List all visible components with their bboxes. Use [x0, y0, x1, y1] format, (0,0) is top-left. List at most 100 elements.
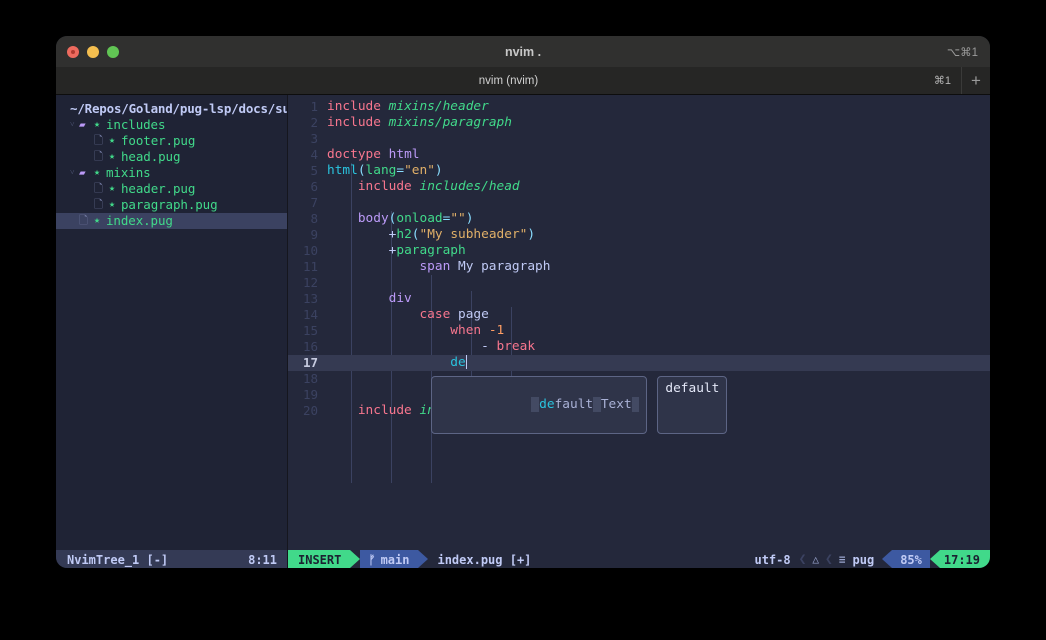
tree-item-label: head.pug	[121, 149, 181, 164]
code-token: break	[496, 339, 536, 354]
line-number: 12	[302, 275, 318, 290]
code-line[interactable]: 12	[288, 275, 990, 291]
code-token: html	[327, 163, 358, 178]
modified-star-icon: ★	[109, 183, 116, 194]
completion-item-1-marker	[531, 397, 540, 412]
statusline-spacer	[539, 550, 747, 568]
completion-item-1[interactable]: default Text	[431, 376, 648, 434]
editor-panel: 1 include mixins/header 2 include mixins/pa…	[288, 95, 990, 568]
code-token: -1	[488, 323, 505, 338]
line-number: 11	[302, 259, 318, 274]
tree-item-index-pug[interactable]: 🗋 ★ index.pug	[56, 213, 287, 229]
line-number: 10	[302, 243, 318, 258]
status-percent: 85%	[892, 550, 930, 568]
completion-item-1-kind: Text	[600, 397, 632, 412]
traffic-lights	[67, 45, 119, 58]
window-shortcut-hint: ⌥⌘1	[946, 46, 978, 59]
minimize-button[interactable]	[87, 45, 99, 58]
completion-popup[interactable]: default Text default	[431, 376, 728, 434]
code-line[interactable]: 8 body(onload="")	[288, 211, 990, 227]
code-token: )	[527, 227, 536, 242]
line-content: +h2("My subheader")	[327, 227, 990, 243]
line-number: 14	[302, 307, 318, 322]
tree-item-includes[interactable]: ˅ ▰ ★ includes	[56, 117, 287, 133]
line-number: 20	[302, 403, 318, 418]
tree-item-header-pug[interactable]: 🗋 ★ header.pug	[56, 181, 287, 197]
line-number: 3	[310, 131, 318, 146]
maximize-button[interactable]	[107, 45, 119, 58]
code-token: =	[396, 163, 405, 178]
close-button[interactable]	[67, 45, 79, 58]
file-icon: 🗋	[94, 198, 103, 211]
window-titlebar: nvim . ⌥⌘1	[56, 36, 990, 67]
code-line[interactable]: 5 html(lang="en")	[288, 163, 990, 179]
code-token: when	[450, 323, 482, 338]
tree-item-label: index.pug	[106, 213, 173, 228]
line-number: 2	[310, 115, 318, 130]
tab-nvim[interactable]: nvim (nvim) ⌘1	[56, 67, 961, 94]
code-line[interactable]: 6 include includes/head	[288, 179, 990, 195]
code-line[interactable]: 14 case page	[288, 307, 990, 323]
line-content: when -1	[327, 323, 990, 339]
line-content: include mixins/header	[327, 99, 990, 115]
mode-separator-icon	[350, 550, 361, 568]
status-filename: index.pug [+]	[428, 550, 540, 568]
tree-item-paragraph-pug[interactable]: 🗋 ★ paragraph.pug	[56, 197, 287, 213]
tree-item-label: header.pug	[121, 181, 196, 196]
file-tree-panel: ~/Repos/Goland/pug-lsp/docs/su ˅ ▰ ★ includ…	[56, 95, 288, 568]
line-number: 17	[302, 355, 318, 370]
code-token: include	[327, 115, 381, 130]
chevron-down-icon[interactable]: ˅	[70, 117, 79, 133]
tab-shortcut-hint: ⌘1	[933, 75, 951, 87]
chevron-down-icon[interactable]: ˅	[70, 165, 79, 181]
code-line[interactable]: 11 span My paragraph	[288, 259, 990, 275]
file-icon: 🗋	[94, 134, 103, 147]
tree-item-head-pug[interactable]: 🗋 ★ head.pug	[56, 149, 287, 165]
code-line[interactable]: 9 +h2("My subheader")	[288, 227, 990, 243]
code-line[interactable]: 1 include mixins/header	[288, 99, 990, 115]
code-line[interactable]: 16 - break	[288, 339, 990, 355]
tree-item-footer-pug[interactable]: 🗋 ★ footer.pug	[56, 133, 287, 149]
code-token: "en"	[404, 163, 435, 178]
code-line[interactable]: 3	[288, 131, 990, 147]
code-line[interactable]: 17 de	[288, 355, 990, 371]
code-line[interactable]: 10 +paragraph	[288, 243, 990, 259]
branch-separator-icon	[418, 550, 429, 568]
code-line[interactable]: 2 include mixins/paragraph	[288, 115, 990, 131]
new-tab-button[interactable]: +	[961, 67, 990, 94]
status-encoding: utf-8	[746, 550, 796, 568]
git-branch-icon: ᚠ	[368, 552, 376, 567]
line-content: html(lang="en")	[327, 163, 990, 179]
code-area[interactable]: 1 include mixins/header 2 include mixins/pa…	[288, 95, 990, 550]
line-number: 15	[302, 323, 318, 338]
line-content: div	[327, 291, 990, 307]
code-token: mixins/header	[388, 99, 489, 114]
code-token: (	[411, 227, 420, 242]
code-line[interactable]: 13 div	[288, 291, 990, 307]
code-line[interactable]: 7	[288, 195, 990, 211]
code-token: My paragraph	[450, 259, 551, 274]
modified-star-icon: ★	[109, 199, 116, 210]
tree-item-mixins[interactable]: ˅ ▰ ★ mixins	[56, 165, 287, 181]
status-filetype: pug	[848, 550, 883, 568]
code-line[interactable]: 15 when -1	[288, 323, 990, 339]
file-icon: 🗋	[94, 150, 103, 163]
text-cursor	[465, 355, 468, 369]
line-content: body(onload="")	[327, 211, 990, 227]
completion-item-2[interactable]: default	[657, 376, 728, 434]
tree-root-path: ~/Repos/Goland/pug-lsp/docs/su	[70, 101, 287, 116]
file-tree[interactable]: ~/Repos/Goland/pug-lsp/docs/su ˅ ▰ ★ includ…	[56, 95, 287, 550]
modified-star-icon: ★	[109, 151, 116, 162]
code-line[interactable]: 4 doctype html	[288, 147, 990, 163]
code-token: div	[388, 291, 412, 306]
status-mode: INSERT	[288, 550, 351, 568]
code-token: "My subheader"	[419, 227, 528, 242]
window-body: ~/Repos/Goland/pug-lsp/docs/su ˅ ▰ ★ includ…	[56, 95, 990, 568]
status-branch: ᚠ main	[360, 550, 419, 568]
